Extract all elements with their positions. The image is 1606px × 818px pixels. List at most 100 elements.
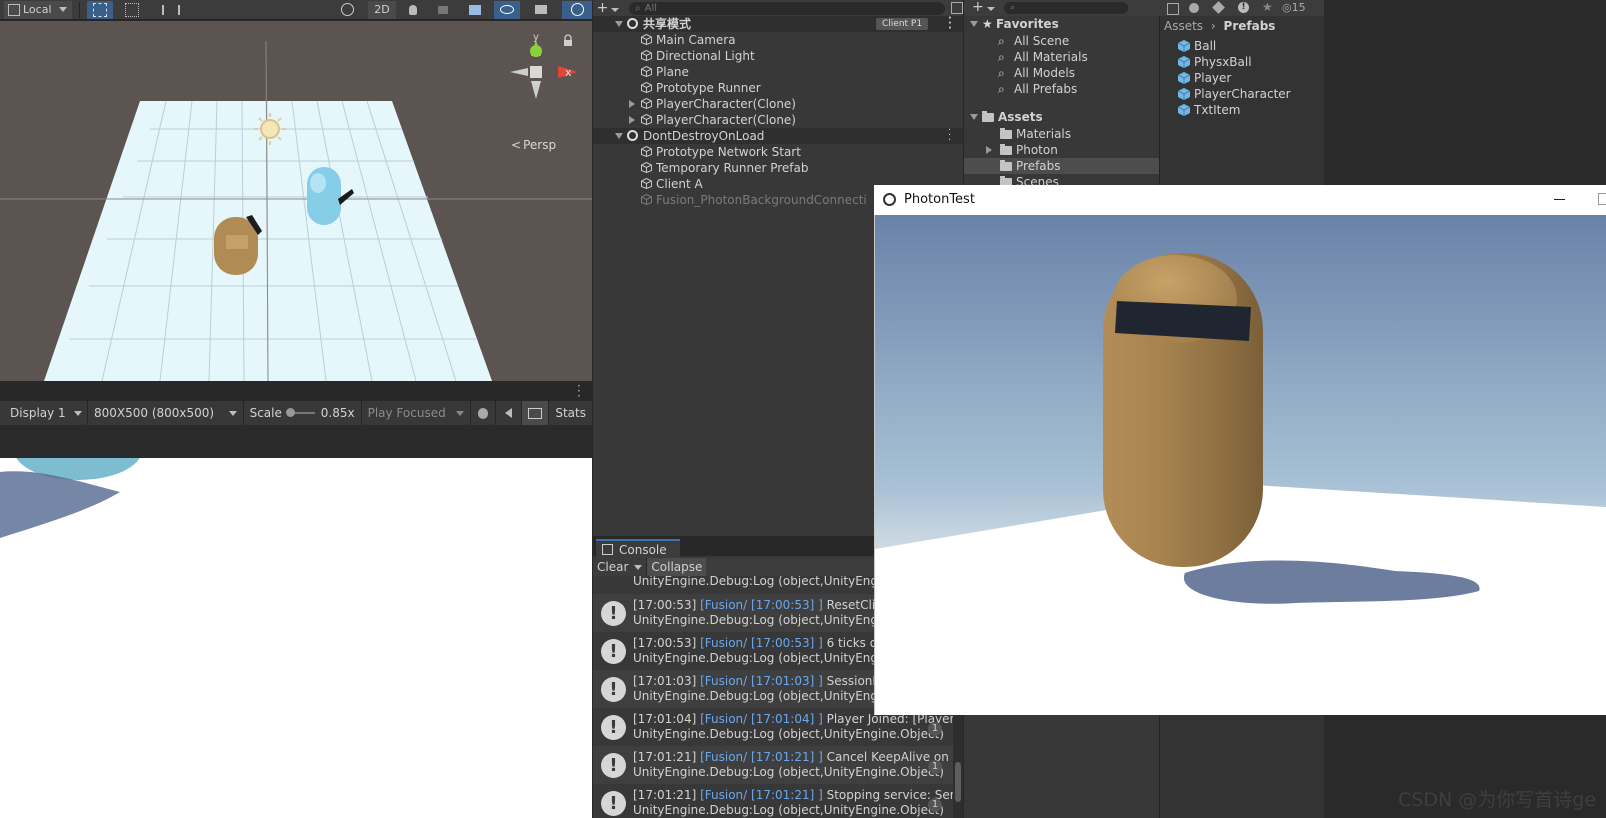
tag-icon[interactable] <box>1212 1 1225 14</box>
speaker-icon <box>505 408 512 418</box>
2d-toggle-button[interactable]: 2D <box>368 0 396 19</box>
fold-closed-icon[interactable] <box>629 100 635 108</box>
breadcrumb-root[interactable]: Assets <box>1164 19 1203 33</box>
maximize-button[interactable] <box>1598 193 1606 205</box>
create-asset-button[interactable]: + <box>972 0 995 14</box>
hierarchy-item[interactable]: PlayerCharacter(Clone) <box>593 112 963 128</box>
gameobject-icon <box>641 162 652 173</box>
minimize-button[interactable] <box>1554 199 1565 200</box>
hierarchy-item[interactable]: PlayerCharacter(Clone) <box>593 96 963 112</box>
info-icon: ! <box>601 601 626 626</box>
grid-visibility-button[interactable] <box>151 1 191 19</box>
debug-button[interactable] <box>471 401 497 425</box>
prefab-item[interactable]: Player <box>1160 70 1324 86</box>
favorite-item[interactable]: ⌕ All Prefabs <box>964 81 1159 97</box>
hierarchy-item[interactable]: Main Camera <box>593 32 963 48</box>
prefab-item[interactable]: Ball <box>1160 38 1324 54</box>
search-by-label-icon[interactable] <box>1189 3 1199 13</box>
stats-button[interactable]: Stats <box>549 401 592 425</box>
hierarchy-item[interactable]: Prototype Network Start <box>593 144 963 160</box>
fold-open-icon[interactable] <box>970 114 978 120</box>
tab-console[interactable]: Console <box>596 539 680 558</box>
prefab-item[interactable]: PlayerCharacter <box>1160 86 1324 102</box>
lighting-toggle-button[interactable] <box>400 1 426 19</box>
grid-snap-button[interactable] <box>87 0 113 19</box>
favorite-item[interactable]: ⌕ All Materials <box>964 49 1159 65</box>
project-search[interactable]: ⌕ <box>1004 2 1128 14</box>
projection-toggle[interactable]: < Persp <box>511 138 556 152</box>
hierarchy-search-input[interactable] <box>644 2 905 14</box>
console-scroll-thumb[interactable] <box>955 762 961 802</box>
console-icon <box>602 544 613 555</box>
audio-toggle-button[interactable] <box>430 1 456 19</box>
fold-open-icon[interactable] <box>615 133 623 139</box>
lock-icon[interactable] <box>564 34 572 46</box>
log-trace: UnityEngine.Debug:Log (object,UnityEngin <box>633 613 889 627</box>
folder-icon <box>982 111 994 122</box>
dontdestroy-header-row[interactable]: DontDestroyOnLoad · · · <box>593 126 963 146</box>
log-source: [Fusion/ [17:01:04] ] <box>700 712 823 726</box>
shortcuts-button[interactable] <box>521 401 550 425</box>
folder-item[interactable]: Photon <box>964 142 1159 158</box>
folder-item-selected[interactable]: Prefabs <box>964 158 1159 174</box>
fold-closed-icon[interactable] <box>629 116 635 124</box>
hierarchy-item[interactable]: Plane <box>593 64 963 80</box>
console-log-entry[interactable]: ! [17:01:21] [Fusion/ [17:01:21] ] Cance… <box>593 746 963 784</box>
hierarchy-item-label: Prototype Runner <box>656 81 761 95</box>
snap-increment-button[interactable] <box>117 1 147 19</box>
console-log-entry[interactable]: ! [17:01:21] [Fusion/ [17:01:21] ] Stopp… <box>593 784 963 818</box>
hierarchy-item-label: Directional Light <box>656 49 755 63</box>
collapse-toggle[interactable]: Collapse <box>647 558 707 576</box>
pivot-space-dropdown[interactable]: Local <box>4 0 72 19</box>
more-options-icon[interactable]: · · · <box>577 380 581 402</box>
game-view[interactable] <box>0 458 592 818</box>
photontest-titlebar[interactable]: PhotonTest <box>874 185 1606 215</box>
favorites-header[interactable]: ★ Favorites <box>964 16 1159 32</box>
favorite-item[interactable]: ⌕ All Scene <box>964 33 1159 49</box>
hierarchy-item[interactable]: Temporary Runner Prefab <box>593 160 963 176</box>
hierarchy-item-label: Client A <box>656 177 703 191</box>
breadcrumb-current[interactable]: Prefabs <box>1224 19 1276 33</box>
chevron-down-icon <box>634 564 643 570</box>
scene-visibility-button[interactable] <box>494 0 520 19</box>
prefab-icon <box>1178 40 1190 52</box>
star-icon[interactable]: ★ <box>1262 0 1273 14</box>
log-trace: UnityEngine.Debug:Log (object,UnityEngin… <box>633 765 944 779</box>
assets-header[interactable]: Assets <box>964 109 1159 125</box>
fold-closed-icon[interactable] <box>986 146 992 154</box>
prefab-item[interactable]: TxtItem <box>1160 102 1324 118</box>
clear-button[interactable]: Clear <box>593 558 648 576</box>
scale-slider-handle[interactable] <box>285 408 295 417</box>
scene-menu-icon[interactable]: · · · <box>948 14 952 34</box>
scene-view[interactable]: y x < Persp <box>0 21 592 381</box>
search-by-type-icon[interactable] <box>1167 3 1179 15</box>
favorite-item[interactable]: ⌕ All Models <box>964 65 1159 81</box>
log-source: [Fusion/ [17:01:03] ] <box>700 674 823 688</box>
hidden-packages-toggle[interactable]: ◎15 <box>1282 0 1306 15</box>
scene-header-row[interactable]: 共享模式 Client P1 · · · <box>593 14 963 34</box>
resolution-dropdown[interactable]: 800X500 (800x500) <box>88 401 244 425</box>
player-capsule[interactable] <box>1103 253 1263 567</box>
hierarchy-search[interactable]: ⌕ <box>629 1 945 15</box>
shading-mode-button[interactable] <box>330 1 364 19</box>
effects-toggle-button[interactable] <box>460 1 490 19</box>
search-by-type-icon[interactable] <box>951 2 963 14</box>
eye-off-icon <box>500 5 514 14</box>
folder-item[interactable]: Materials <box>964 126 1159 142</box>
photontest-game-view[interactable] <box>875 215 1606 715</box>
hierarchy-item[interactable]: Prototype Runner <box>593 80 963 96</box>
gizmos-button[interactable] <box>562 0 592 19</box>
fold-open-icon[interactable] <box>615 21 623 27</box>
camera-settings-button[interactable] <box>524 1 558 19</box>
alert-icon[interactable]: ! <box>1238 2 1249 13</box>
mute-audio-button[interactable] <box>496 401 522 425</box>
scale-slider[interactable] <box>285 408 315 417</box>
hierarchy-item[interactable]: Directional Light <box>593 48 963 64</box>
display-dropdown[interactable]: Display 1 <box>0 401 88 425</box>
fold-open-icon[interactable] <box>970 21 978 27</box>
play-mode-dropdown[interactable]: Play Focused <box>362 401 471 425</box>
scene-menu-icon[interactable]: · · · <box>948 126 951 146</box>
create-button[interactable]: + <box>593 0 623 16</box>
prefab-item[interactable]: PhysxBall <box>1160 54 1324 70</box>
grid-icon <box>93 2 107 17</box>
